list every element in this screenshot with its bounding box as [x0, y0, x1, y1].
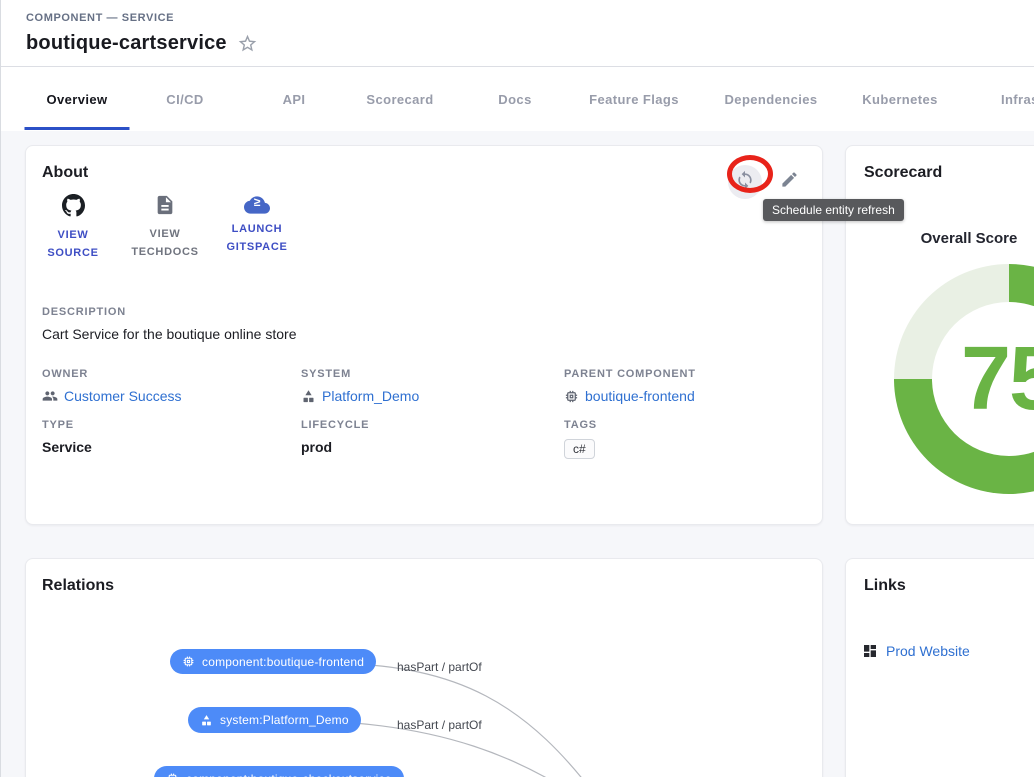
- github-icon: [62, 194, 85, 222]
- tab-kubernetes[interactable]: Kubernetes: [862, 67, 938, 131]
- tab-ci-cd[interactable]: CI/CD: [166, 67, 203, 131]
- parent-component-value: boutique-frontend: [585, 388, 695, 404]
- lifecycle-value: prod: [301, 439, 369, 455]
- relation-node-platform-demo[interactable]: system:Platform_Demo: [188, 707, 361, 733]
- scorecard-card-title: Scorecard: [864, 164, 942, 182]
- system-label: SYSTEM: [301, 368, 419, 380]
- relation-node-boutique-checkoutservice[interactable]: component:boutique-checkoutservice: [154, 766, 404, 777]
- relation-node-label: system:Platform_Demo: [220, 713, 349, 727]
- system-icon: [301, 389, 316, 404]
- parent-component-label: PARENT COMPONENT: [564, 368, 696, 380]
- tab-infrastructure[interactable]: Infrastructure: [1001, 67, 1034, 131]
- description-value: Cart Service for the boutique online sto…: [42, 326, 296, 342]
- edit-button[interactable]: [772, 165, 806, 199]
- entity-page: COMPONENT — SERVICE boutique-cartservice…: [0, 0, 1034, 777]
- links-card-title: Links: [864, 577, 906, 595]
- score-value: 75: [961, 328, 1034, 431]
- type-label: TYPE: [42, 419, 92, 431]
- parent-component-link[interactable]: boutique-frontend: [564, 388, 696, 404]
- parent-component-field: PARENT COMPONENT boutique-frontend: [564, 368, 696, 404]
- lifecycle-field: LIFECYCLE prod: [301, 419, 369, 455]
- tag-chip[interactable]: c#: [564, 439, 595, 459]
- techdocs-icon: [154, 194, 176, 221]
- tab-overview[interactable]: Overview: [46, 67, 107, 131]
- tooltip: Schedule entity refresh: [763, 199, 904, 221]
- launch-gitspace-label: LAUNCH GITSPACE: [218, 221, 296, 256]
- tab-feature-flags[interactable]: Feature Flags: [589, 67, 679, 131]
- dashboard-icon: [862, 643, 878, 659]
- owner-label: OWNER: [42, 368, 181, 380]
- view-source-label: VIEW SOURCE: [34, 227, 112, 262]
- tags-label: TAGS: [564, 419, 597, 431]
- type-field: TYPE Service: [42, 419, 92, 455]
- view-techdocs-label: VIEW TECHDOCS: [126, 226, 204, 261]
- score-gauge: 75: [894, 264, 1034, 494]
- system-link[interactable]: Platform_Demo: [301, 388, 419, 404]
- page-header: COMPONENT — SERVICE boutique-cartservice: [1, 0, 1034, 67]
- breadcrumb: COMPONENT — SERVICE: [26, 12, 174, 24]
- about-card-title: About: [42, 164, 88, 182]
- pencil-icon: [780, 170, 799, 194]
- about-actions: VIEW SOURCE VIEW TECHDOCS ≥ LAUNCH GITSP…: [34, 194, 296, 262]
- description-field: DESCRIPTION Cart Service for the boutiqu…: [42, 306, 296, 342]
- component-chip-icon: [182, 655, 195, 668]
- launch-gitspace-button[interactable]: ≥ LAUNCH GITSPACE: [218, 194, 296, 262]
- tab-docs[interactable]: Docs: [498, 67, 531, 131]
- about-card: About VIEW SOURCE: [25, 145, 823, 525]
- page-title: boutique-cartservice: [26, 32, 227, 55]
- component-chip-icon: [166, 772, 179, 777]
- system-value: Platform_Demo: [322, 388, 419, 404]
- type-value: Service: [42, 439, 92, 455]
- edge-label: hasPart / partOf: [397, 718, 482, 732]
- tags-field: TAGS c#: [564, 419, 597, 459]
- system-field: SYSTEM Platform_Demo: [301, 368, 419, 404]
- tab-scorecard[interactable]: Scorecard: [366, 67, 433, 131]
- gitspace-cloud-icon: ≥: [244, 194, 270, 216]
- prod-website-link[interactable]: Prod Website: [862, 643, 970, 659]
- system-icon: [200, 714, 213, 727]
- owner-value: Customer Success: [64, 388, 181, 404]
- view-techdocs-button[interactable]: VIEW TECHDOCS: [126, 194, 204, 262]
- favorite-star-icon[interactable]: [237, 33, 258, 54]
- overall-score-label: Overall Score: [854, 230, 1034, 247]
- links-card: Links Prod Website: [845, 558, 1034, 777]
- refresh-icon: [735, 170, 755, 195]
- owner-link[interactable]: Customer Success: [42, 388, 181, 404]
- tab-bar: Overview CI/CD API Scorecard Docs Feature Fla…: [1, 67, 1034, 131]
- view-source-button[interactable]: VIEW SOURCE: [34, 194, 112, 262]
- owner-field: OWNER Customer Success: [42, 368, 181, 404]
- refresh-button[interactable]: [728, 165, 762, 199]
- tab-dependencies[interactable]: Dependencies: [725, 67, 818, 131]
- group-icon: [42, 388, 58, 404]
- tab-api[interactable]: API: [283, 67, 306, 131]
- relation-node-label: component:boutique-frontend: [202, 655, 364, 669]
- edge-label: hasPart / partOf: [397, 660, 482, 674]
- relations-card: Relations hasPart / partOf hasPart / par…: [25, 558, 823, 777]
- relation-node-boutique-frontend[interactable]: component:boutique-frontend: [170, 649, 376, 674]
- component-chip-icon: [564, 389, 579, 404]
- lifecycle-label: LIFECYCLE: [301, 419, 369, 431]
- prod-website-label: Prod Website: [886, 643, 970, 659]
- description-label: DESCRIPTION: [42, 306, 296, 318]
- relation-node-label: component:boutique-checkoutservice: [186, 772, 392, 777]
